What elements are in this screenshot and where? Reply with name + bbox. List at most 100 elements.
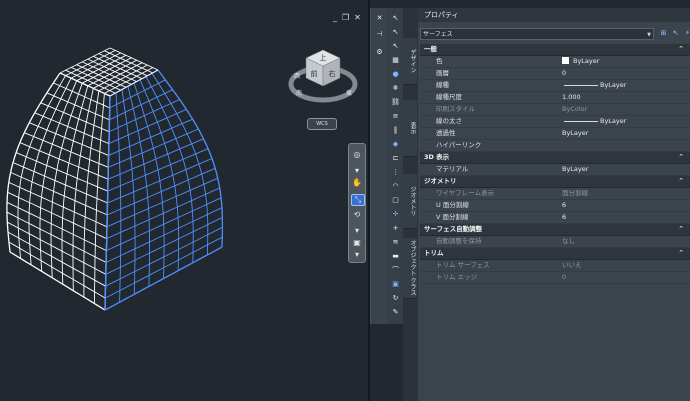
stack-icon[interactable]: ≡ — [390, 112, 401, 121]
dropdown-icon[interactable]: ▾ — [351, 250, 363, 260]
grid-icon[interactable]: ▦ — [390, 56, 401, 65]
property-row[interactable]: 線の太さ ByLayer — [420, 116, 690, 128]
pointer-icon[interactable]: ↖ — [390, 14, 401, 23]
property-row[interactable]: トリム エッジ 0 — [420, 272, 690, 284]
arc-icon[interactable]: ◠ — [390, 182, 401, 191]
dropdown-icon[interactable]: ▾ — [351, 166, 363, 176]
section-header[interactable]: 3D 表示 ⌃ — [420, 152, 690, 164]
pin-icon[interactable]: ⊣ — [374, 30, 385, 39]
right-face-hline — [107, 158, 213, 204]
bar-icon[interactable]: ▬ — [390, 252, 401, 261]
property-row[interactable]: ハイパーリンク — [420, 140, 690, 152]
vertical-lines-icon[interactable]: ‖ — [390, 126, 401, 135]
collapse-icon[interactable]: ⌃ — [678, 44, 684, 55]
property-value-cell[interactable]: なし — [560, 236, 690, 247]
toggle-pickadd-icon[interactable]: ⊞ — [659, 28, 668, 38]
square-icon[interactable]: ▢ — [390, 196, 401, 205]
property-value-cell[interactable]: いいえ — [560, 260, 690, 271]
property-row[interactable]: 色 ByLayer — [420, 56, 690, 68]
section-header[interactable]: トリム ⌃ — [420, 248, 690, 260]
tab-geometry[interactable]: ジオメトリ — [403, 174, 417, 229]
settings-icon[interactable]: ⚙ — [374, 48, 385, 57]
link-icon[interactable]: ⛓ — [390, 98, 401, 107]
dots-icon[interactable]: ⋮ — [390, 168, 401, 177]
orbit-icon[interactable]: ⟲ — [351, 210, 363, 220]
property-value-cell[interactable]: 6 — [560, 200, 690, 211]
property-label: 自動調整を保持 — [436, 237, 482, 245]
section-header[interactable]: 一般 ⌃ — [420, 44, 690, 56]
viewcube-top-label[interactable]: 上 — [320, 53, 327, 62]
property-row[interactable]: 印刷スタイル ByColor — [420, 104, 690, 116]
pointer-plus-icon[interactable]: ↖ — [390, 28, 401, 37]
select-objects-icon[interactable]: ↖ — [671, 28, 680, 38]
viewcube[interactable]: 上 前 右 西 南 東 — [288, 44, 358, 114]
tab-display[interactable]: 表示 — [403, 100, 417, 157]
pan-hand-icon[interactable]: ✋ — [351, 178, 363, 188]
property-value-cell[interactable]: 0 — [560, 272, 690, 283]
collapse-icon[interactable]: ⌃ — [678, 248, 684, 259]
crosshair-icon[interactable]: ✛ — [390, 210, 401, 219]
property-value-cell[interactable]: 1.000 — [560, 92, 690, 103]
property-row[interactable]: 線種 ByLayer — [420, 80, 690, 92]
drawing-viewport[interactable]: _ ❐ ✕ 上 前 右 西 南 東 WCS ◎ ▾ ✋ ⤡ ⟲ ▾ ▣ ▾ — [0, 0, 370, 401]
bracket-icon[interactable]: ⊏ — [390, 154, 401, 163]
brush-icon[interactable]: ✎ — [390, 308, 401, 317]
navigation-bar: ◎ ▾ ✋ ⤡ ⟲ ▾ ▣ ▾ — [348, 143, 366, 263]
compass-east-label[interactable]: 東 — [346, 89, 352, 97]
section-header[interactable]: サーフェス自動調整 ⌃ — [420, 224, 690, 236]
tab-object-class[interactable]: オブジェクト クラス — [403, 238, 417, 299]
property-row[interactable]: 自動調整を保持 なし — [420, 236, 690, 248]
right-face-hline — [108, 128, 199, 168]
fillet-icon[interactable]: ⌒ — [390, 266, 401, 275]
selection-dropdown[interactable]: サーフェス ▼ — [420, 28, 654, 40]
panel-tool-icons: ⊞ ↖ ⚡ — [659, 28, 690, 38]
property-value-cell[interactable]: 0 — [560, 68, 690, 79]
loop-icon[interactable]: ↻ — [390, 294, 401, 303]
property-row[interactable]: V 面分割線 6 — [420, 212, 690, 224]
property-value-cell[interactable]: ByColor — [560, 104, 690, 115]
sphere-icon[interactable]: ● — [390, 70, 401, 79]
property-row[interactable]: U 面分割線 6 — [420, 200, 690, 212]
right-face-hline — [106, 177, 218, 228]
dropdown-icon[interactable]: ▾ — [351, 226, 363, 236]
property-row[interactable]: トリム サーフェス いいえ — [420, 260, 690, 272]
paint-icon[interactable]: ◆ — [390, 140, 401, 149]
quick-select-icon[interactable]: ⚡ — [683, 28, 690, 38]
property-row[interactable]: 画層 0 — [420, 68, 690, 80]
steering-wheel-icon[interactable]: ◎ — [351, 150, 363, 160]
collapse-icon[interactable]: ⌃ — [678, 152, 684, 163]
wcs-menu[interactable]: WCS — [307, 118, 337, 130]
tab-design[interactable]: デザイン — [403, 38, 417, 85]
snowflake-icon[interactable]: ❄ — [390, 84, 401, 93]
right-face-hline — [107, 138, 204, 180]
property-row[interactable]: ワイヤフレーム表示 面分割線 — [420, 188, 690, 200]
collapse-icon[interactable]: ⌃ — [678, 176, 684, 187]
property-row[interactable]: マテリアル ByLayer — [420, 164, 690, 176]
close-panel-icon[interactable]: ✕ — [374, 14, 385, 23]
cube-icon[interactable]: ▣ — [390, 280, 401, 289]
property-row[interactable]: 線種尺度 1.000 — [420, 92, 690, 104]
section-header[interactable]: ジオメトリ ⌃ — [420, 176, 690, 188]
pointer-minus-icon[interactable]: ↖ — [390, 42, 401, 51]
property-row[interactable]: 透過性 ByLayer — [420, 128, 690, 140]
compass-south-label[interactable]: 南 — [296, 89, 302, 97]
property-value-cell[interactable] — [560, 140, 690, 151]
left-face-hline — [10, 171, 108, 216]
plus-icon[interactable]: + — [390, 224, 401, 233]
compass-west-label[interactable]: 西 — [294, 73, 300, 80]
property-label: 線種 — [436, 81, 449, 89]
property-value-cell[interactable]: ByLayer — [560, 164, 690, 175]
viewcube-right-label[interactable]: 右 — [329, 69, 336, 78]
property-value-cell[interactable]: 6 — [560, 212, 690, 223]
property-value-cell[interactable]: 面分割線 — [560, 188, 690, 199]
lines-icon[interactable]: ≋ — [390, 238, 401, 247]
collapse-icon[interactable]: ⌃ — [678, 224, 684, 235]
property-value-cell[interactable]: ByLayer — [560, 56, 690, 67]
property-value-cell[interactable]: ByLayer — [560, 80, 690, 91]
zoom-extents-icon[interactable]: ⤡ — [351, 194, 365, 206]
showmotion-icon[interactable]: ▣ — [351, 238, 363, 248]
property-value-cell[interactable]: ByLayer — [560, 116, 690, 127]
right-face-hline — [107, 148, 209, 192]
property-value-cell[interactable]: ByLayer — [560, 128, 690, 139]
viewcube-front-label[interactable]: 前 — [311, 69, 318, 78]
